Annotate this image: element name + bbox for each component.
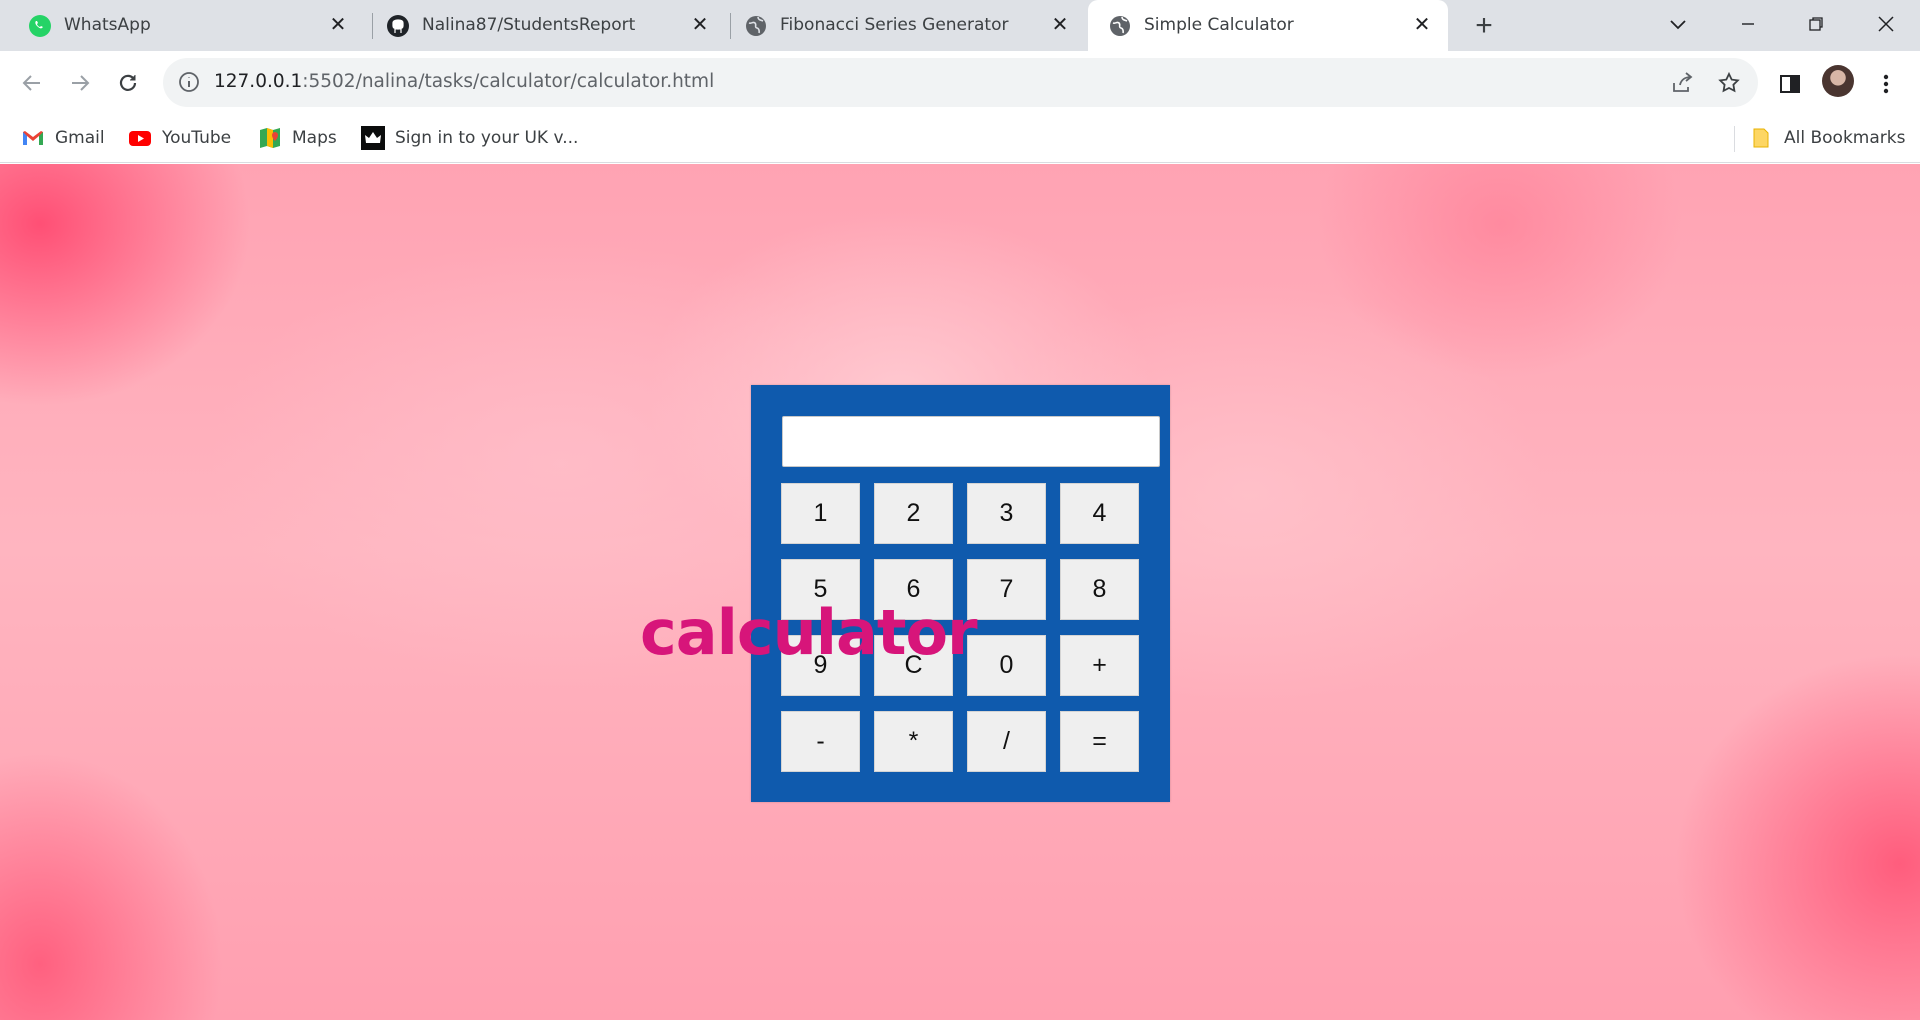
close-window-icon[interactable] xyxy=(1866,8,1906,40)
bookmark-uk-sign-in[interactable]: Sign in to your UK v... xyxy=(361,126,578,150)
bookmarks-divider xyxy=(1734,126,1735,152)
bookmark-maps[interactable]: Maps xyxy=(258,126,337,150)
profile-avatar[interactable] xyxy=(1822,65,1854,97)
minimize-icon[interactable] xyxy=(1728,8,1768,40)
key-7[interactable]: 7 xyxy=(967,559,1046,620)
maps-icon xyxy=(260,128,280,148)
tab-search-chevron-icon[interactable] xyxy=(1658,8,1698,40)
close-tab-icon[interactable]: ✕ xyxy=(1048,12,1072,36)
bookmark-star-icon[interactable] xyxy=(1716,70,1742,96)
tab-fibonacci[interactable]: Fibonacci Series Generator ✕ xyxy=(724,0,1086,51)
gmail-icon xyxy=(23,131,43,145)
more-options-icon[interactable] xyxy=(1871,69,1901,99)
tab-title: Simple Calculator xyxy=(1144,15,1294,35)
key-1[interactable]: 1 xyxy=(781,483,860,544)
tab-whatsapp[interactable]: WhatsApp ✕ xyxy=(8,0,364,51)
key-2[interactable]: 2 xyxy=(874,483,953,544)
key-plus[interactable]: + xyxy=(1060,635,1139,696)
crown-icon xyxy=(361,126,385,150)
calculator-heading: calculator xyxy=(640,596,978,669)
tab-github[interactable]: Nalina87/StudentsReport ✕ xyxy=(366,0,726,51)
forward-arrow-icon[interactable] xyxy=(63,66,97,100)
globe-icon xyxy=(746,16,766,36)
tab-title: Nalina87/StudentsReport xyxy=(422,15,636,35)
bookmark-label: Gmail xyxy=(55,128,105,148)
close-tab-icon[interactable]: ✕ xyxy=(1410,12,1434,36)
url-text: 127.0.0.1:5502/nalina/tasks/calculator/c… xyxy=(214,71,714,92)
tab-title: WhatsApp xyxy=(64,15,151,35)
share-icon[interactable] xyxy=(1669,70,1695,96)
bookmarks-bar: Gmail YouTube Maps Sign in to your UK v.… xyxy=(0,114,1920,163)
page-viewport: 1 2 3 4 5 6 7 8 9 C 0 + - * / = calculat… xyxy=(0,164,1920,1020)
url-path: :5502/nalina/tasks/calculator/calculator… xyxy=(302,71,715,92)
site-info-icon[interactable] xyxy=(177,70,201,94)
bookmark-label: YouTube xyxy=(162,128,232,148)
tab-simple-calculator[interactable]: Simple Calculator ✕ xyxy=(1088,0,1448,51)
bookmark-label: Maps xyxy=(292,128,337,148)
whatsapp-icon xyxy=(29,15,51,37)
bookmark-youtube[interactable]: YouTube xyxy=(128,126,231,150)
all-bookmarks-label: All Bookmarks xyxy=(1784,128,1906,148)
key-divide[interactable]: / xyxy=(967,711,1046,772)
bookmark-label: Sign in to your UK v... xyxy=(395,128,579,148)
calculator-display[interactable] xyxy=(782,416,1160,467)
browser-toolbar: 127.0.0.1:5502/nalina/tasks/calculator/c… xyxy=(0,51,1920,114)
key-minus[interactable]: - xyxy=(781,711,860,772)
calculator: 1 2 3 4 5 6 7 8 9 C 0 + - * / = xyxy=(751,385,1170,802)
key-3[interactable]: 3 xyxy=(967,483,1046,544)
close-tab-icon[interactable]: ✕ xyxy=(326,12,350,36)
url-host: 127.0.0.1 xyxy=(214,71,303,92)
bookmark-gmail[interactable]: Gmail xyxy=(21,126,105,150)
side-panel-icon[interactable] xyxy=(1775,69,1805,99)
address-bar[interactable]: 127.0.0.1:5502/nalina/tasks/calculator/c… xyxy=(163,58,1758,107)
globe-icon xyxy=(1110,16,1130,36)
youtube-icon xyxy=(129,131,151,146)
key-equals[interactable]: = xyxy=(1060,711,1139,772)
close-tab-icon[interactable]: ✕ xyxy=(688,12,712,36)
tab-strip: WhatsApp ✕ Nalina87/StudentsReport ✕ Fib… xyxy=(0,0,1920,51)
key-8[interactable]: 8 xyxy=(1060,559,1139,620)
key-0[interactable]: 0 xyxy=(967,635,1046,696)
key-multiply[interactable]: * xyxy=(874,711,953,772)
new-tab-plus-icon[interactable]: + xyxy=(1468,9,1500,42)
key-4[interactable]: 4 xyxy=(1060,483,1139,544)
restore-icon[interactable] xyxy=(1796,8,1836,40)
back-arrow-icon[interactable] xyxy=(15,66,49,100)
all-bookmarks[interactable]: All Bookmarks xyxy=(1750,126,1905,150)
tab-title: Fibonacci Series Generator xyxy=(780,15,1009,35)
github-icon xyxy=(387,15,409,37)
reload-icon[interactable] xyxy=(111,66,145,100)
folder-icon xyxy=(1753,128,1769,148)
